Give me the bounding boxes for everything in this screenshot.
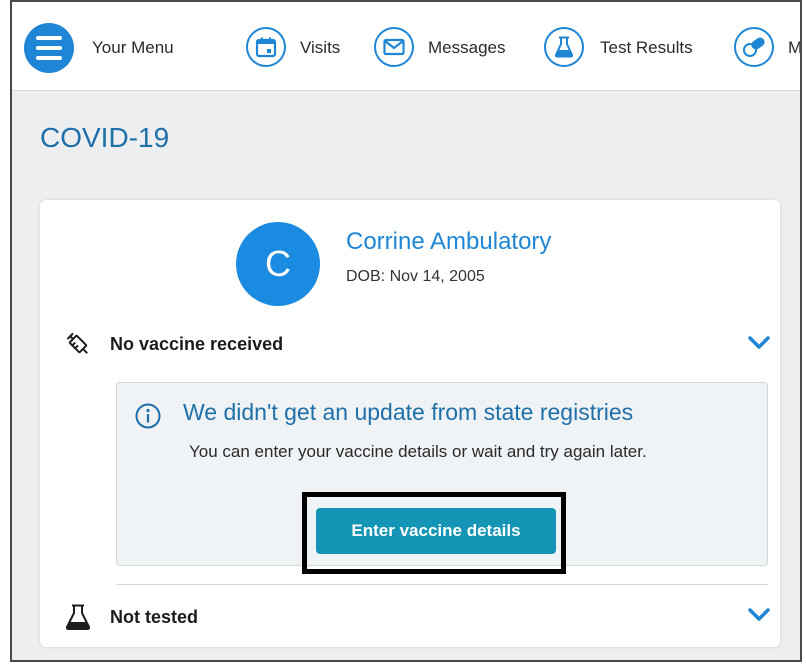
info-title: We didn't get an update from state regis… [183,399,634,425]
vaccine-status: No vaccine received [110,334,284,354]
chevron-down-icon[interactable] [748,336,770,350]
enter-vaccine-details-button[interactable]: Enter vaccine details [316,508,556,554]
envelope-icon[interactable] [374,27,414,67]
nav-messages[interactable]: Messages [428,38,505,58]
nav-visits[interactable]: Visits [300,38,340,58]
flask-icon[interactable] [544,27,584,67]
syringe-icon [66,332,88,354]
nav-test-results[interactable]: Test Results [600,38,693,58]
info-text: You can enter your vaccine details or wa… [189,442,647,461]
flask-icon [65,604,91,630]
chevron-down-icon[interactable] [748,608,770,622]
page-title: COVID-19 [40,122,170,153]
patient-dob: DOB: Nov 14, 2005 [346,268,485,285]
calendar-icon[interactable] [246,27,286,67]
test-status: Not tested [110,607,199,627]
app-window: Your Menu Visits Messages Test Results M… [10,0,802,662]
avatar: C [236,222,320,306]
patient-name[interactable]: Corrine Ambulatory [346,228,551,256]
nav-your-menu[interactable]: Your Menu [92,38,174,58]
pill-icon[interactable] [734,27,774,67]
covid-status-card: C Corrine Ambulatory DOB: Nov 14, 2005 N… [40,200,780,647]
divider [116,584,768,585]
info-icon [135,403,161,429]
top-nav: Your Menu Visits Messages Test Results M [12,2,800,91]
nav-medications[interactable]: M [788,38,800,58]
menu-icon[interactable] [24,23,74,73]
